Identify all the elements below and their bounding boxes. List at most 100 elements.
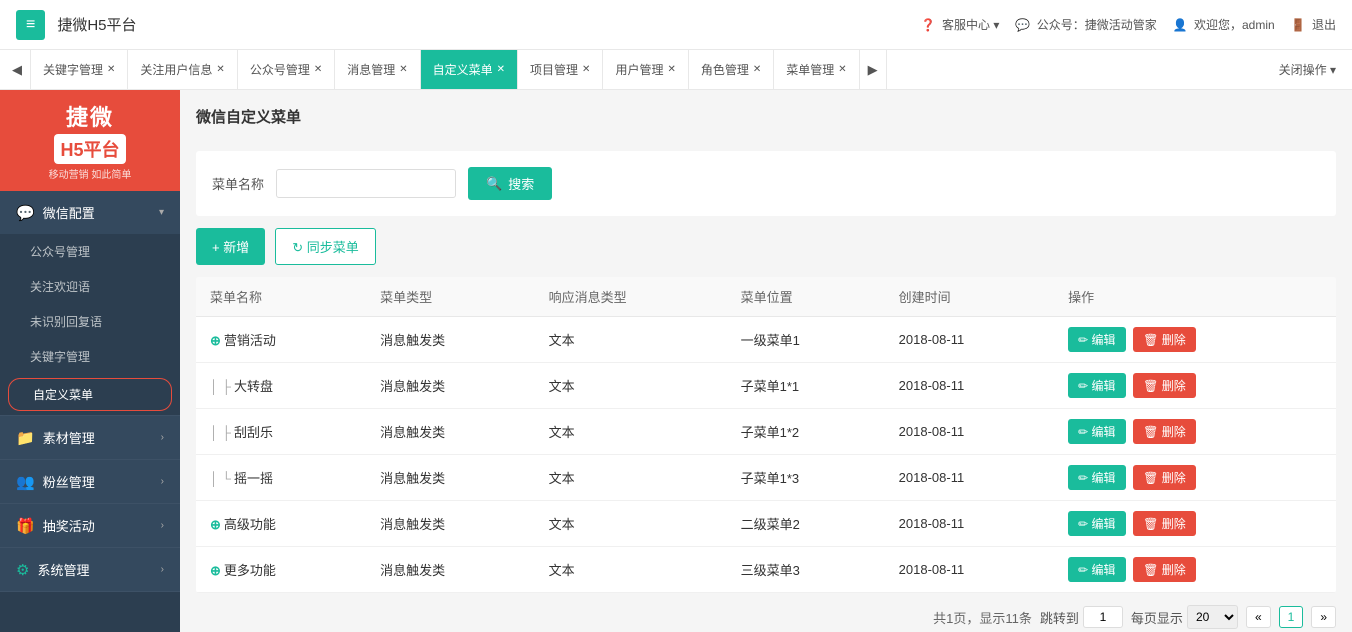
table-row: ⊕更多功能 消息触发类 文本 三级菜单3 2018-08-11 ✏ 编辑 🗑 删… <box>196 547 1336 593</box>
delete-button[interactable]: 🗑 删除 <box>1133 327 1196 352</box>
pagination-bar: 共1页，显示11条 跳转到 每页显示 20 10 50 100 « 1 » <box>196 593 1336 632</box>
delete-button[interactable]: 🗑 删除 <box>1133 373 1196 398</box>
chevron-down-icon: ▾ <box>159 207 164 218</box>
tab-follow-user[interactable]: 关注用户信息✕ <box>128 50 237 90</box>
chevron-right-icon: › <box>161 432 164 443</box>
cell-msg-type: 文本 <box>535 363 727 409</box>
logout-link[interactable]: 🚪 退出 <box>1291 16 1336 33</box>
delete-button[interactable]: 🗑 删除 <box>1133 419 1196 444</box>
cell-created: 2018-08-11 <box>885 501 1054 547</box>
wechat-account-link[interactable]: 💬 公众号：捷微活动管家 <box>1015 16 1156 33</box>
cell-name: │ ├大转盘 <box>196 363 366 409</box>
edit-button[interactable]: ✏ 编辑 <box>1068 419 1125 444</box>
edit-button[interactable]: ✏ 编辑 <box>1068 465 1125 490</box>
cell-position: 子菜单1*3 <box>727 455 885 501</box>
nav-next-arrow[interactable]: ▶ <box>860 50 887 90</box>
table-row: │ └摇一摇 消息触发类 文本 子菜单1*3 2018-08-11 ✏ 编辑 🗑… <box>196 455 1336 501</box>
delete-button[interactable]: 🗑 删除 <box>1133 511 1196 536</box>
tab-user-manage[interactable]: 用户管理✕ <box>603 50 688 90</box>
header-right: ❓ 客服中心 ▾ 💬 公众号：捷微活动管家 👤 欢迎您，admin 🚪 退出 <box>921 16 1336 33</box>
wechat-icon: 💬 <box>1015 18 1030 32</box>
tab-menu-manage[interactable]: 菜单管理✕ <box>774 50 859 90</box>
sidebar-section-fans-label: 粉丝管理 <box>43 472 161 491</box>
sidebar-section-material-header[interactable]: 📁 素材管理 › <box>0 416 180 459</box>
help-icon: ❓ <box>921 18 936 32</box>
search-input[interactable] <box>276 169 456 198</box>
nav-prev-arrow[interactable]: ◀ <box>4 50 31 90</box>
tab-role-manage[interactable]: 角色管理✕ <box>689 50 774 90</box>
edit-button[interactable]: ✏ 编辑 <box>1068 511 1125 536</box>
cell-name: ⊕高级功能 <box>196 501 366 547</box>
cell-name: │ └摇一摇 <box>196 455 366 501</box>
table-row: ⊕营销活动 消息触发类 文本 一级菜单1 2018-08-11 ✏ 编辑 🗑 删… <box>196 317 1336 363</box>
user-welcome-link[interactable]: 👤 欢迎您，admin <box>1173 16 1275 33</box>
search-button[interactable]: 🔍 搜索 <box>468 167 552 200</box>
logo-sub-text: 移动营销 如此简单 <box>49 166 132 181</box>
jump-input[interactable] <box>1083 606 1123 628</box>
help-center-link[interactable]: ❓ 客服中心 ▾ <box>921 16 1000 33</box>
sidebar-logo: 捷微 H5平台 移动营销 如此简单 <box>0 90 180 191</box>
cell-msg-type: 文本 <box>535 455 727 501</box>
tab-project-manage[interactable]: 项目管理✕ <box>518 50 603 90</box>
sidebar-item-custom-menu[interactable]: 自定义菜单 <box>8 378 172 411</box>
chevron-right-icon4: › <box>161 564 164 575</box>
cell-position: 子菜单1*2 <box>727 409 885 455</box>
col-created: 创建时间 <box>885 277 1054 317</box>
next-page-button[interactable]: » <box>1311 606 1336 628</box>
cell-name: ⊕更多功能 <box>196 547 366 593</box>
cell-type: 消息触发类 <box>366 501 534 547</box>
tab-message-manage[interactable]: 消息管理✕ <box>335 50 420 90</box>
edit-button[interactable]: ✏ 编辑 <box>1068 327 1125 352</box>
sidebar-section-wechat-label: 微信配置 <box>43 203 159 222</box>
jump-label: 跳转到 <box>1040 608 1079 627</box>
page-size-select[interactable]: 20 10 50 100 <box>1187 605 1238 629</box>
platform-name: 捷微H5平台 <box>57 14 920 35</box>
cell-name: │ ├刮刮乐 <box>196 409 366 455</box>
cell-created: 2018-08-11 <box>885 455 1054 501</box>
logo-h5-text: H5平台 <box>54 134 125 164</box>
chevron-right-icon3: › <box>161 520 164 531</box>
delete-button[interactable]: 🗑 删除 <box>1133 465 1196 490</box>
current-page-indicator: 1 <box>1279 606 1304 628</box>
search-panel: 菜单名称 🔍 搜索 <box>196 151 1336 216</box>
cell-msg-type: 文本 <box>535 547 727 593</box>
sidebar-section-lottery-label: 抽奖活动 <box>43 516 161 535</box>
menu-toggle-button[interactable]: ≡ <box>16 10 45 40</box>
col-position: 菜单位置 <box>727 277 885 317</box>
tab-custom-menu[interactable]: 自定义菜单✕ <box>421 50 518 90</box>
cell-position: 一级菜单1 <box>727 317 885 363</box>
add-button[interactable]: + 新增 <box>196 228 265 265</box>
sidebar-item-keyword-mgmt[interactable]: 关键字管理 <box>0 339 180 374</box>
sidebar-section-material: 📁 素材管理 › <box>0 416 180 460</box>
cell-msg-type: 文本 <box>535 317 727 363</box>
sidebar-item-public-account[interactable]: 公众号管理 <box>0 234 180 269</box>
sidebar-section-system-header[interactable]: ⚙ 系统管理 › <box>0 548 180 591</box>
cell-type: 消息触发类 <box>366 547 534 593</box>
cell-ops: ✏ 编辑 🗑 删除 <box>1054 547 1336 593</box>
cell-ops: ✏ 编辑 🗑 删除 <box>1054 455 1336 501</box>
delete-button[interactable]: 🗑 删除 <box>1133 557 1196 582</box>
sidebar-section-lottery-header[interactable]: 🎁 抽奖活动 › <box>0 504 180 547</box>
logout-icon: 🚪 <box>1291 18 1306 32</box>
page-title: 微信自定义菜单 <box>196 106 1336 135</box>
data-table: 菜单名称 菜单类型 响应消息类型 菜单位置 创建时间 操作 ⊕营销活动 消息触发… <box>196 277 1336 593</box>
prev-page-button[interactable]: « <box>1246 606 1271 628</box>
sidebar-item-follow-greeting[interactable]: 关注欢迎语 <box>0 269 180 304</box>
edit-button[interactable]: ✏ 编辑 <box>1068 557 1125 582</box>
nav-tabs-bar: ◀ 关键字管理✕ 关注用户信息✕ 公众号管理✕ 消息管理✕ 自定义菜单✕ 项目管… <box>0 50 1352 90</box>
tab-wechat-manage[interactable]: 公众号管理✕ <box>238 50 335 90</box>
close-ops-dropdown[interactable]: 关闭操作 ▾ <box>1267 50 1348 90</box>
tab-keyword[interactable]: 关键字管理✕ <box>31 50 128 90</box>
sidebar-item-unknown-reply[interactable]: 未识别回复语 <box>0 304 180 339</box>
cell-ops: ✏ 编辑 🗑 删除 <box>1054 363 1336 409</box>
sync-button[interactable]: ↻ 同步菜单 <box>275 228 376 265</box>
sidebar-section-fans-header[interactable]: 👥 粉丝管理 › <box>0 460 180 503</box>
edit-button[interactable]: ✏ 编辑 <box>1068 373 1125 398</box>
cell-type: 消息触发类 <box>366 409 534 455</box>
search-icon: 🔍 <box>486 176 502 192</box>
sidebar-section-system: ⚙ 系统管理 › <box>0 548 180 592</box>
sidebar-section-wechat-header[interactable]: 💬 微信配置 ▾ <box>0 191 180 234</box>
cell-ops: ✏ 编辑 🗑 删除 <box>1054 501 1336 547</box>
sidebar-section-system-label: 系统管理 <box>37 560 160 579</box>
wechat-config-items: 公众号管理 关注欢迎语 未识别回复语 关键字管理 自定义菜单 <box>0 234 180 411</box>
